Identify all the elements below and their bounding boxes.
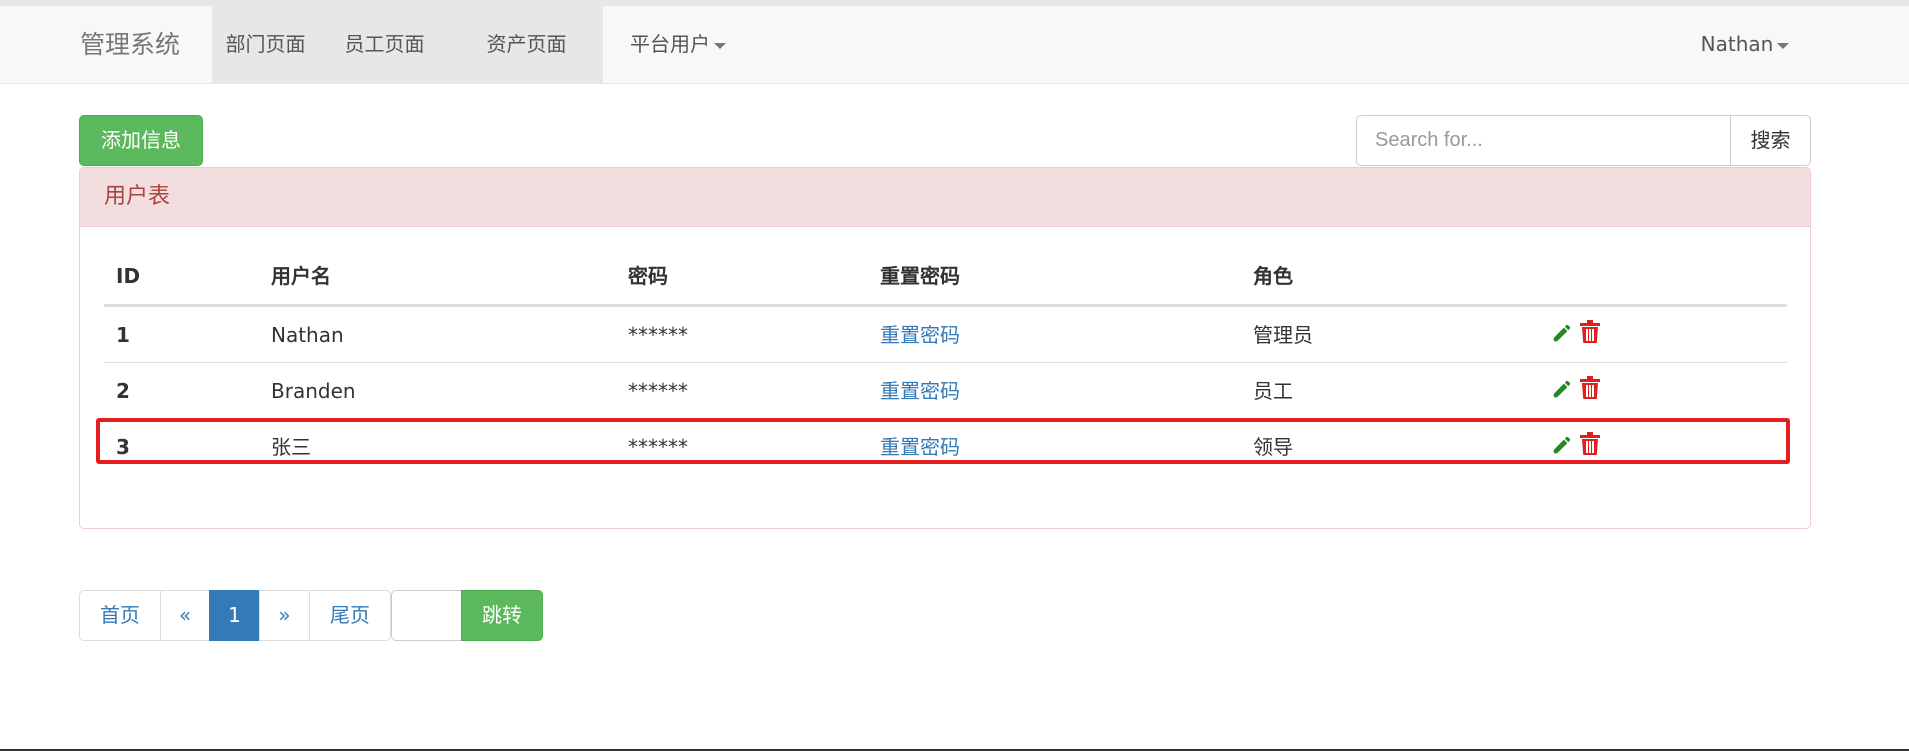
prev-page-button[interactable]: «	[160, 590, 210, 641]
user-menu-label: Nathan	[1700, 32, 1774, 56]
table-row: 3 张三 ****** 重置密码 领导	[104, 418, 1787, 474]
cell-username: Nathan	[271, 323, 344, 347]
cell-password: ******	[628, 435, 688, 459]
brand-title[interactable]: 管理系统	[80, 6, 180, 83]
trash-icon[interactable]	[1579, 365, 1601, 421]
nav-item-platform-users[interactable]: 平台用户	[608, 6, 748, 83]
column-header-username: 用户名	[271, 264, 331, 288]
table-header-row: ID 用户名 密码 重置密码 角色	[104, 248, 1787, 306]
nav-item-departments[interactable]: 部门页面	[212, 6, 319, 83]
user-menu[interactable]: Nathan	[1690, 6, 1800, 83]
panel-heading: 用户表	[80, 168, 1810, 227]
reset-password-link[interactable]: 重置密码	[880, 363, 960, 419]
cell-role: 管理员	[1253, 323, 1313, 347]
column-header-role: 角色	[1253, 264, 1293, 288]
pencil-icon[interactable]	[1551, 365, 1573, 421]
nav-item-platform-users-label: 平台用户	[630, 32, 710, 56]
next-page-button[interactable]: »	[259, 590, 310, 641]
trash-icon[interactable]	[1579, 421, 1601, 477]
jump-page-input[interactable]	[391, 590, 462, 641]
column-header-reset-password: 重置密码	[880, 264, 960, 288]
first-page-button[interactable]: 首页	[79, 590, 161, 641]
cell-id: 1	[116, 323, 130, 347]
row-actions	[1551, 419, 1607, 475]
cell-password: ******	[628, 379, 688, 403]
last-page-button[interactable]: 尾页	[309, 590, 391, 641]
row-actions	[1551, 307, 1607, 363]
cell-password: ******	[628, 323, 688, 347]
search-button[interactable]: 搜索	[1730, 115, 1811, 166]
cell-id: 2	[116, 379, 130, 403]
cell-username: Branden	[271, 379, 356, 403]
reset-password-link[interactable]: 重置密码	[880, 419, 960, 475]
cell-role: 员工	[1253, 379, 1293, 403]
trash-icon[interactable]	[1579, 309, 1601, 365]
pencil-icon[interactable]	[1551, 421, 1573, 477]
page-1-button[interactable]: 1	[209, 590, 260, 641]
nav-item-employees[interactable]: 员工页面	[319, 6, 450, 83]
add-info-button[interactable]: 添加信息	[79, 115, 203, 166]
cell-role: 领导	[1253, 435, 1293, 459]
nav-item-assets[interactable]: 资产页面	[450, 6, 603, 83]
caret-down-icon	[714, 42, 726, 49]
cell-username: 张三	[271, 435, 311, 459]
caret-down-icon	[1777, 42, 1790, 49]
column-header-id: ID	[116, 264, 141, 288]
search-input[interactable]	[1356, 115, 1731, 166]
table-row: 2 Branden ****** 重置密码 员工	[104, 362, 1787, 418]
reset-password-link[interactable]: 重置密码	[880, 307, 960, 363]
column-header-password: 密码	[628, 264, 668, 288]
navbar: 管理系统 部门页面 员工页面 资产页面 平台用户 Nathan	[0, 6, 1909, 84]
table-row: 1 Nathan ****** 重置密码 管理员	[104, 306, 1787, 362]
panel-title: 用户表	[104, 184, 171, 209]
pencil-icon[interactable]	[1551, 309, 1573, 365]
row-actions	[1551, 363, 1607, 419]
user-table-panel: 用户表 ID 用户名 密码 重置密码 角色 1 Nathan ****** 重置…	[79, 167, 1811, 529]
cell-id: 3	[116, 435, 130, 459]
jump-button[interactable]: 跳转	[461, 590, 543, 641]
